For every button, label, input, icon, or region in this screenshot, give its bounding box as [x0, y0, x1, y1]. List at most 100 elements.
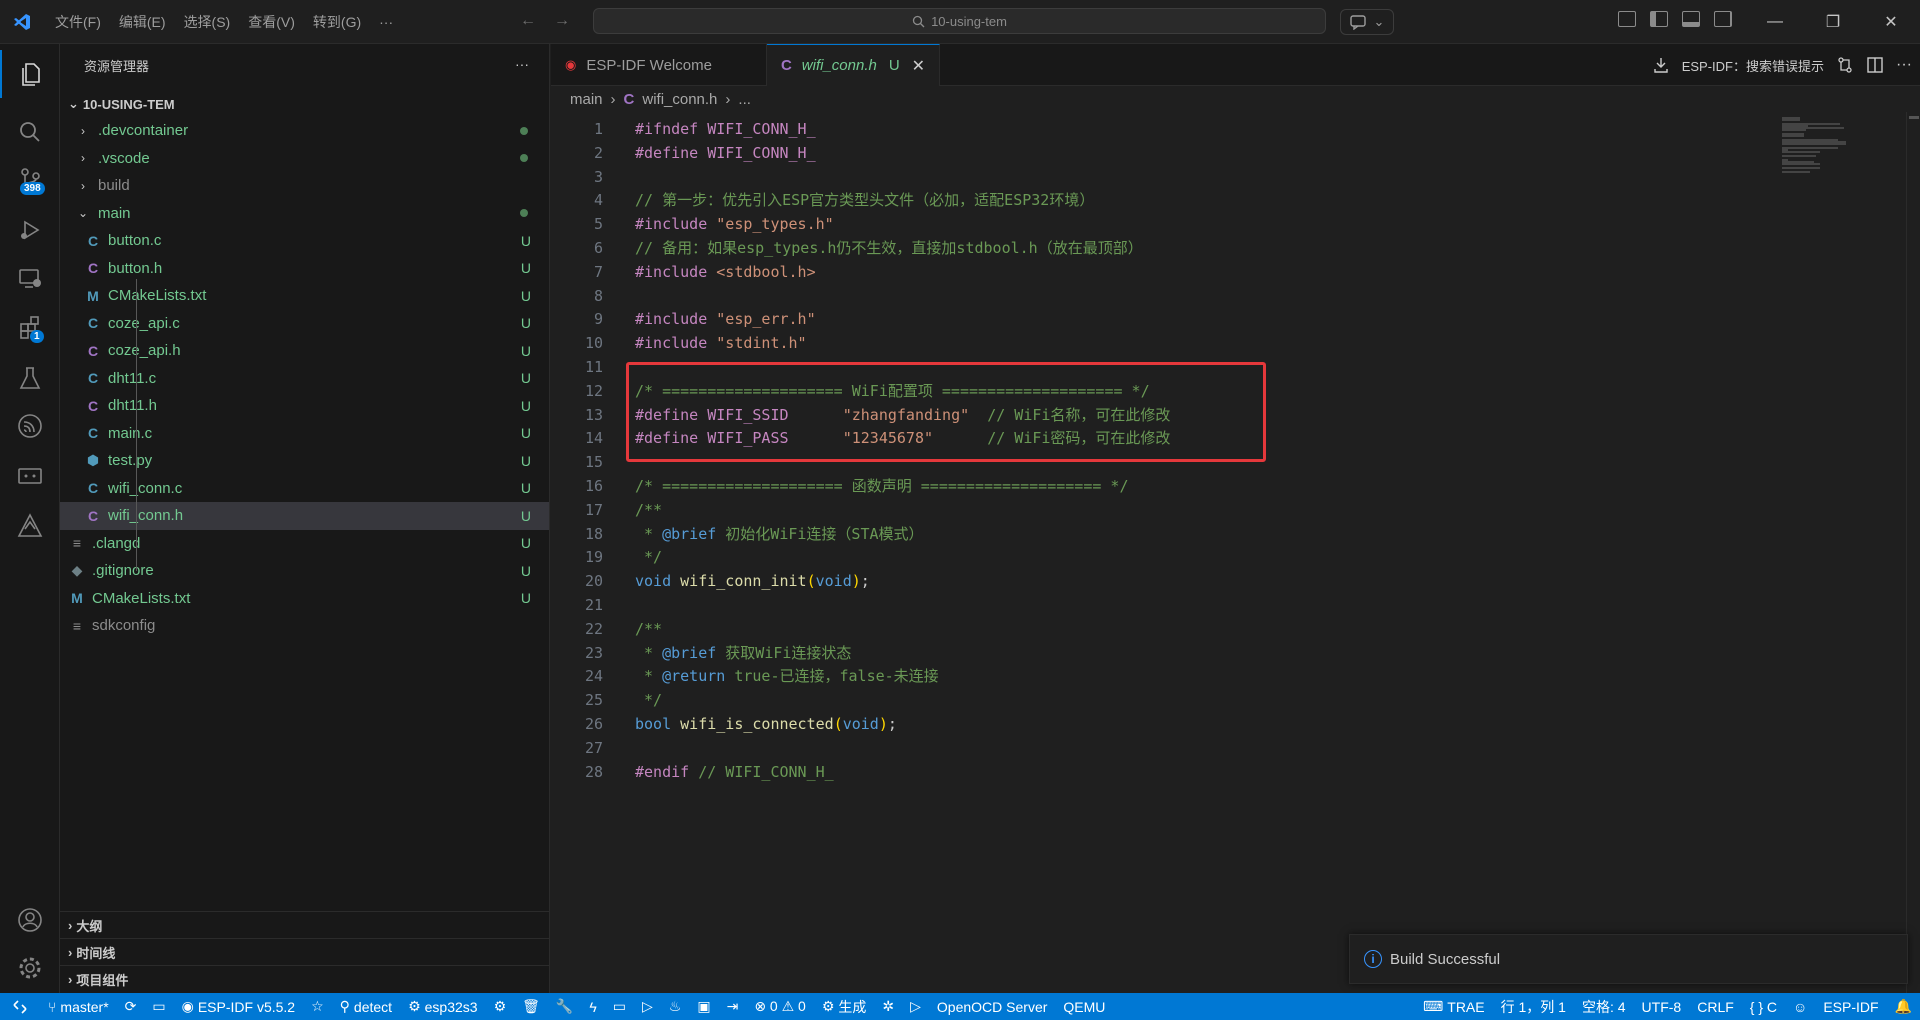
- customize-layout-icon[interactable]: [1618, 11, 1636, 27]
- source-control-button[interactable]: 398: [0, 156, 60, 204]
- status-status-item[interactable]: ESP-IDF: [1815, 999, 1886, 1015]
- build-status-item[interactable]: ⚙ 生成: [814, 997, 875, 1017]
- problems-status-item[interactable]: ⊗ 0 ⚠ 0: [746, 998, 814, 1015]
- tree-item[interactable]: M CMakeLists.txt U: [60, 585, 549, 613]
- flash-status-item[interactable]: ϟ: [581, 999, 604, 1015]
- search-button[interactable]: [0, 108, 60, 156]
- more-actions-icon[interactable]: ···: [515, 56, 529, 72]
- code-editor[interactable]: 1 #ifndef WIFI_CONN_H_ 2 #define WIFI_CONN_…: [551, 112, 1920, 993]
- terminal-status-item[interactable]: ▣: [689, 998, 718, 1015]
- tree-item[interactable]: Cwifi_conn.h U: [60, 502, 549, 530]
- sync-status-item[interactable]: ⟳: [117, 998, 145, 1015]
- copilot-status-item[interactable]: ☺: [1785, 999, 1815, 1015]
- outline-section[interactable]: › 大纲: [60, 911, 550, 938]
- tree-item[interactable]: › .vscode: [60, 145, 549, 173]
- tree-item[interactable]: ⌄ main: [60, 200, 549, 228]
- trae-button[interactable]: [0, 502, 60, 550]
- command-center-search[interactable]: 10-using-tem: [593, 8, 1326, 34]
- gear-status-item[interactable]: ⚙: [486, 998, 515, 1015]
- vertical-scrollbar[interactable]: [1906, 112, 1920, 993]
- fire-status-item[interactable]: ♨: [661, 998, 690, 1015]
- export-status-item[interactable]: ⇥: [719, 998, 747, 1015]
- folder-status-item[interactable]: ▭: [144, 998, 173, 1015]
- run-debug-button[interactable]: [0, 206, 60, 254]
- close-window-button[interactable]: ✕: [1862, 0, 1920, 44]
- minimap[interactable]: [1780, 116, 1850, 176]
- breadcrumb-symbol[interactable]: ...: [738, 91, 751, 108]
- manage-button[interactable]: [0, 944, 60, 992]
- split-editor-icon[interactable]: [1866, 56, 1884, 74]
- wrench-status-item[interactable]: 🔧: [548, 998, 581, 1015]
- close-icon[interactable]: ✕: [912, 56, 925, 76]
- tree-item[interactable]: Cdht11.c U: [60, 365, 549, 393]
- esp-idf-search-error-hint[interactable]: ESP-IDF：搜索错误提示: [1682, 56, 1824, 75]
- toggle-panel-icon[interactable]: [1682, 11, 1700, 27]
- status-status-item[interactable]: QEMU: [1055, 999, 1113, 1015]
- tree-item[interactable]: M CMakeLists.txt U: [60, 282, 549, 310]
- project-components-section[interactable]: › 项目组件: [60, 965, 550, 992]
- play-status-item[interactable]: ▷: [902, 998, 929, 1015]
- status-status-item[interactable]: 行 1，列 1: [1493, 997, 1574, 1017]
- more-actions-icon[interactable]: ···: [1896, 56, 1912, 74]
- compare-changes-icon[interactable]: [1836, 56, 1854, 74]
- tree-item[interactable]: Ccoze_api.c U: [60, 310, 549, 338]
- breadcrumb-folder[interactable]: main: [570, 91, 603, 108]
- tree-item[interactable]: Ccoze_api.h U: [60, 337, 549, 365]
- menu-file[interactable]: 文件(F): [46, 12, 110, 32]
- tree-item[interactable]: Cmain.c U: [60, 420, 549, 448]
- monitor-status-item[interactable]: ▭: [605, 998, 634, 1015]
- status-status-item[interactable]: { } C: [1742, 999, 1785, 1015]
- device-button[interactable]: [0, 452, 60, 500]
- menu-edit[interactable]: 编辑(E): [110, 12, 175, 32]
- restore-button[interactable]: ❐: [1804, 0, 1862, 44]
- remote-explorer-button[interactable]: [0, 254, 60, 302]
- tree-item[interactable]: ◆ .gitignore U: [60, 557, 549, 585]
- bug-status-item[interactable]: ✲: [874, 998, 902, 1015]
- toggle-primary-sidebar-icon[interactable]: [1650, 11, 1668, 27]
- chip-status-item[interactable]: ⚙ esp32s3: [400, 998, 486, 1015]
- bell-status-item[interactable]: 🔔: [1887, 998, 1920, 1015]
- tree-item[interactable]: ≡ sdkconfig: [60, 612, 549, 640]
- keyboard-status-item[interactable]: ⌨ TRAE: [1415, 998, 1493, 1015]
- remote-indicator[interactable]: [0, 993, 40, 1020]
- esp-idf-button[interactable]: [0, 402, 60, 450]
- debug-status-item[interactable]: ▷: [634, 998, 661, 1015]
- back-arrow-icon[interactable]: ←: [520, 12, 536, 30]
- tree-item[interactable]: ⬢ test.py U: [60, 447, 549, 475]
- status-status-item[interactable]: CRLF: [1689, 999, 1742, 1015]
- trash-status-item[interactable]: 🗑: [514, 998, 548, 1015]
- menu-view[interactable]: 查看(V): [239, 12, 304, 32]
- tree-item[interactable]: › .devcontainer: [60, 117, 549, 145]
- notification-toast[interactable]: i Build Successful: [1349, 934, 1908, 984]
- esp-status-item[interactable]: ◉ ESP-IDF v5.5.2: [174, 998, 303, 1015]
- tree-item[interactable]: › build: [60, 172, 549, 200]
- tree-item[interactable]: Cdht11.h U: [60, 392, 549, 420]
- toggle-secondary-sidebar-icon[interactable]: [1714, 11, 1732, 27]
- status-status-item[interactable]: 空格: 4: [1574, 997, 1634, 1017]
- tree-item[interactable]: Cbutton.c U: [60, 227, 549, 255]
- accounts-button[interactable]: [0, 896, 60, 944]
- star-status-item[interactable]: ☆: [303, 998, 332, 1015]
- tree-item[interactable]: Cbutton.h U: [60, 255, 549, 283]
- tab-esp-idf-welcome[interactable]: ◉ ESP-IDF Welcome: [551, 44, 767, 86]
- minimize-button[interactable]: —: [1746, 0, 1804, 44]
- testing-button[interactable]: [0, 354, 60, 402]
- status-status-item[interactable]: OpenOCD Server: [929, 999, 1055, 1015]
- extensions-button[interactable]: 1: [0, 304, 60, 352]
- explorer-button[interactable]: [0, 50, 60, 98]
- menu-go[interactable]: 转到(G): [304, 12, 370, 32]
- copilot-chat-button[interactable]: ⌄: [1340, 9, 1394, 35]
- tab-wifi-conn-h[interactable]: C wifi_conn.h U ✕: [766, 44, 941, 86]
- plug-status-item[interactable]: ⚲ detect: [332, 998, 400, 1015]
- workspace-root[interactable]: ⌄ 10-USING-TEM: [60, 91, 549, 117]
- tree-item[interactable]: Cwifi_conn.c U: [60, 475, 549, 503]
- tree-item[interactable]: ≡ .clangd U: [60, 530, 549, 558]
- status-status-item[interactable]: UTF-8: [1634, 999, 1690, 1015]
- forward-arrow-icon[interactable]: →: [554, 12, 570, 30]
- timeline-section[interactable]: › 时间线: [60, 938, 550, 965]
- menu-more[interactable]: ···: [370, 14, 402, 30]
- menu-selection[interactable]: 选择(S): [175, 12, 240, 32]
- breadcrumb-file[interactable]: wifi_conn.h: [642, 91, 717, 108]
- download-icon[interactable]: [1652, 56, 1670, 74]
- branch-status-item[interactable]: ⑂ master*: [40, 999, 117, 1015]
